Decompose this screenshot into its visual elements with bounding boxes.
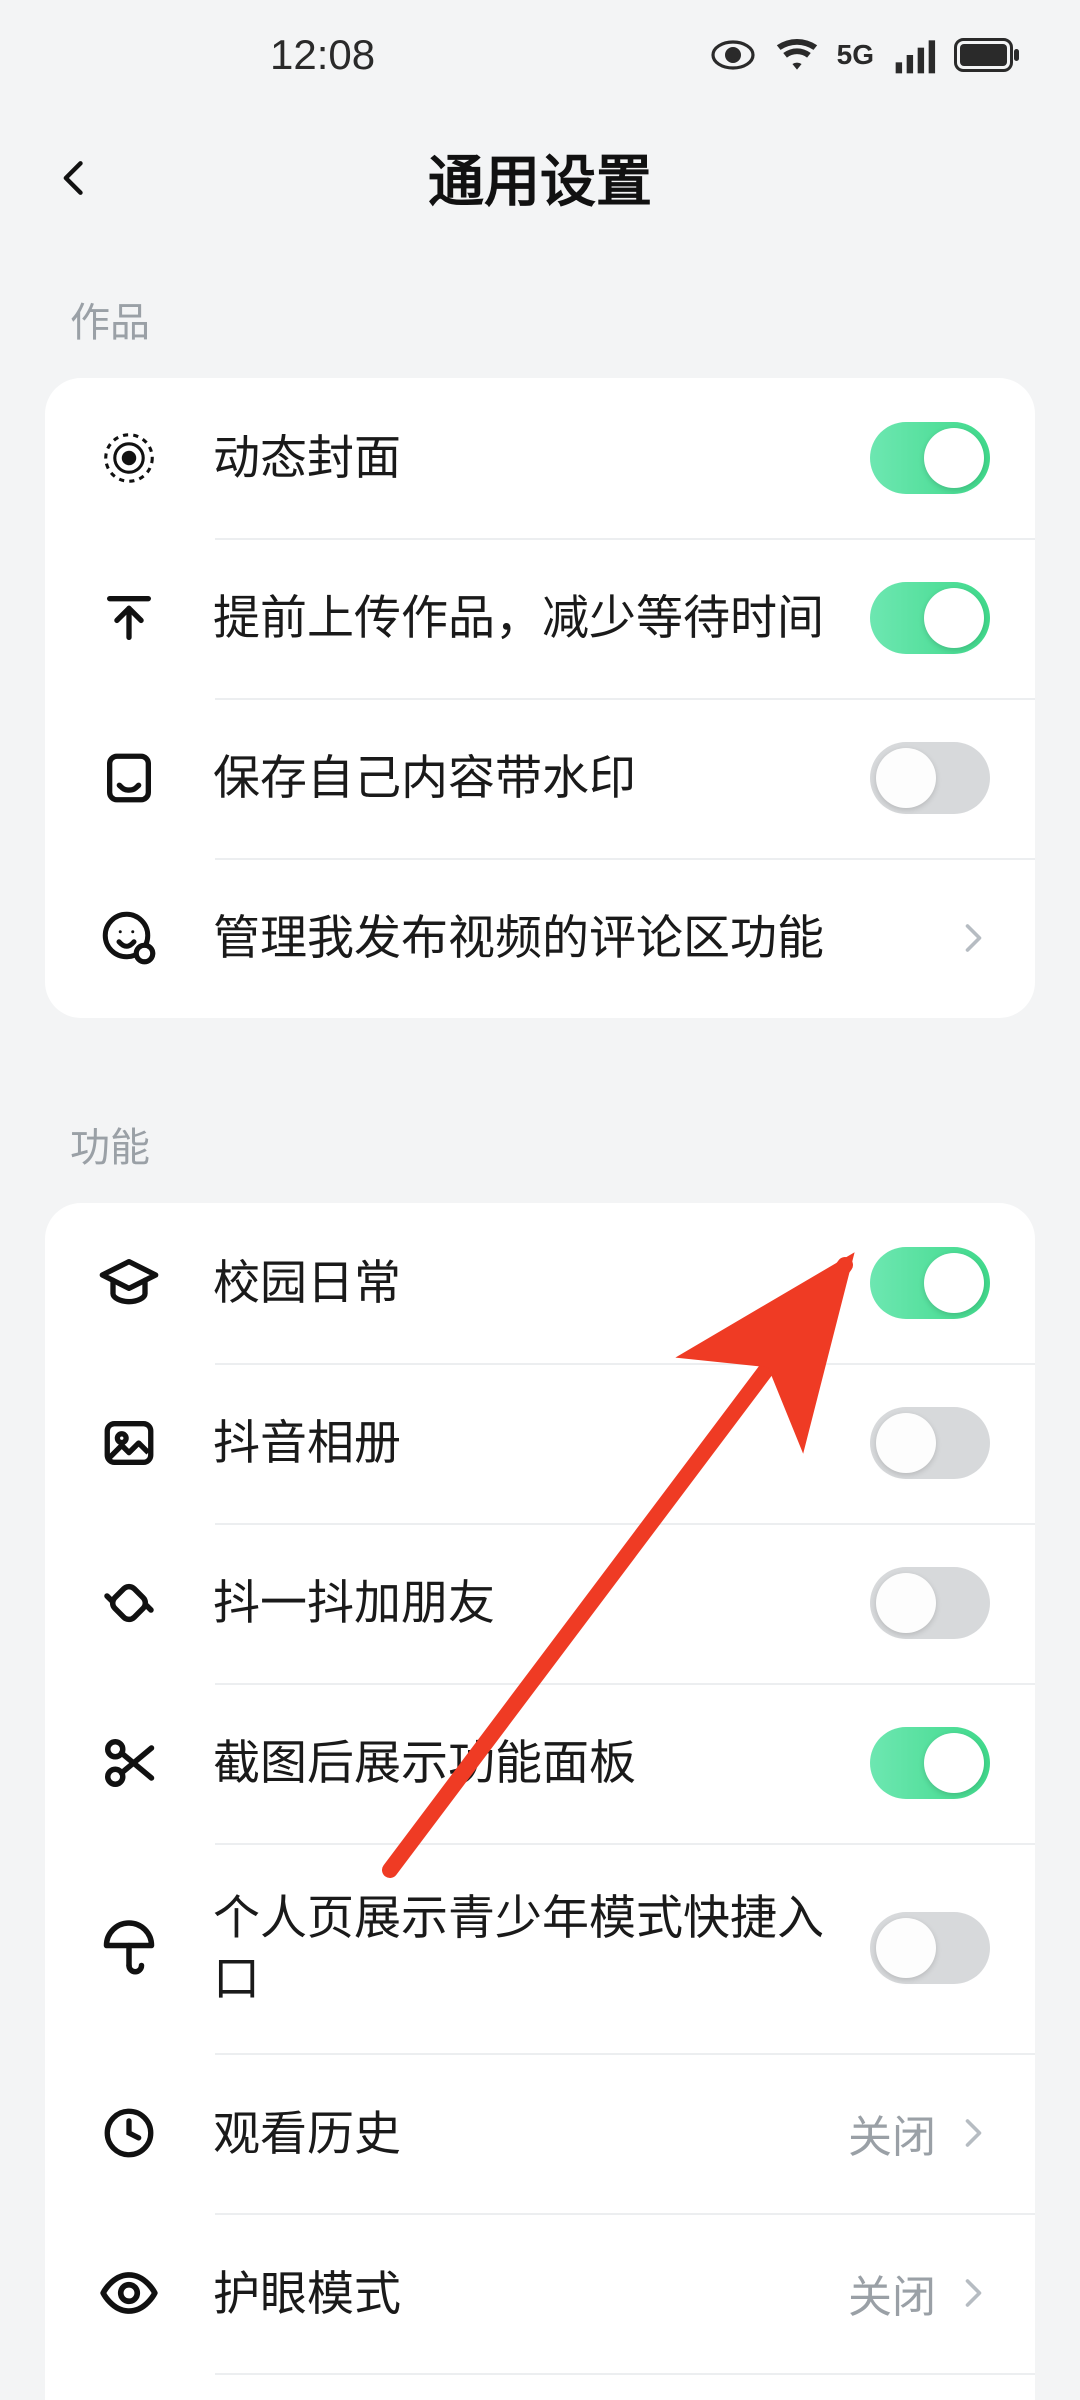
battery-icon bbox=[954, 38, 1020, 72]
umbrella-icon bbox=[90, 1909, 168, 1987]
scissors-icon bbox=[90, 1724, 168, 1802]
row-value: 关闭 bbox=[848, 2101, 936, 2165]
chevron-right-icon bbox=[954, 920, 990, 956]
emoji-settings-icon bbox=[90, 899, 168, 977]
row-value: 关闭 bbox=[848, 2261, 936, 2325]
network-label: 5G bbox=[837, 39, 874, 71]
toggle-preupload[interactable] bbox=[870, 582, 990, 654]
row-label: 管理作品标题推荐搜索词 bbox=[213, 2379, 848, 2400]
page-title: 通用设置 bbox=[40, 137, 1040, 218]
toggle-save-watermark[interactable] bbox=[870, 742, 990, 814]
row-label: 校园日常 bbox=[213, 1208, 870, 1357]
row-label: 抖一抖加朋友 bbox=[213, 1528, 870, 1677]
row-teen-shortcut[interactable]: 个人页展示青少年模式快捷入口 bbox=[45, 1843, 1035, 2053]
app-header: 通用设置 bbox=[0, 110, 1080, 245]
section-title-works: 作品 bbox=[0, 245, 1080, 378]
toggle-teen-shortcut[interactable] bbox=[870, 1912, 990, 1984]
wifi-icon bbox=[775, 33, 819, 77]
row-label: 动态封面 bbox=[213, 383, 870, 532]
row-save-watermark[interactable]: 保存自己内容带水印 bbox=[45, 698, 1035, 858]
target-icon bbox=[90, 419, 168, 497]
upload-icon bbox=[90, 579, 168, 657]
row-label: 管理我发布视频的评论区功能 bbox=[213, 863, 954, 1012]
row-label: 截图后展示功能面板 bbox=[213, 1688, 870, 1837]
chevron-right-icon bbox=[954, 2115, 990, 2151]
row-dynamic-cover[interactable]: 动态封面 bbox=[45, 378, 1035, 538]
signal-icon bbox=[892, 33, 936, 77]
toggle-shake-friend[interactable] bbox=[870, 1567, 990, 1639]
chevron-right-icon bbox=[954, 2275, 990, 2311]
row-screenshot-panel[interactable]: 截图后展示功能面板 bbox=[45, 1683, 1035, 1843]
features-card: 校园日常 抖音相册 抖一抖加朋友 截图后展示功能面板 个人页展示青少年模式快捷入… bbox=[45, 1203, 1035, 2400]
works-card: 动态封面 提前上传作品，减少等待时间 保存自己内容带水印 管理我发布视频的评论区… bbox=[45, 378, 1035, 1018]
shake-icon bbox=[90, 1564, 168, 1642]
eye-icon bbox=[90, 2254, 168, 2332]
row-campus[interactable]: 校园日常 bbox=[45, 1203, 1035, 1363]
row-manage-comments[interactable]: 管理我发布视频的评论区功能 bbox=[45, 858, 1035, 1018]
toggle-screenshot-panel[interactable] bbox=[870, 1727, 990, 1799]
row-manage-search-kw[interactable]: 管理作品标题推荐搜索词 开启 bbox=[45, 2373, 1035, 2400]
row-label: 观看历史 bbox=[213, 2059, 848, 2208]
row-preupload[interactable]: 提前上传作品，减少等待时间 bbox=[45, 538, 1035, 698]
photo-frame-icon bbox=[90, 739, 168, 817]
row-shake-friend[interactable]: 抖一抖加朋友 bbox=[45, 1523, 1035, 1683]
status-time: 12:08 bbox=[270, 31, 375, 79]
toggle-dynamic-cover[interactable] bbox=[870, 422, 990, 494]
section-title-features: 功能 bbox=[0, 1070, 1080, 1203]
row-album[interactable]: 抖音相册 bbox=[45, 1363, 1035, 1523]
row-label: 保存自己内容带水印 bbox=[213, 703, 870, 852]
toggle-album[interactable] bbox=[870, 1407, 990, 1479]
clock-icon bbox=[90, 2094, 168, 2172]
toggle-campus[interactable] bbox=[870, 1247, 990, 1319]
status-icons: 5G bbox=[709, 31, 1020, 79]
image-icon bbox=[90, 1404, 168, 1482]
row-eye-mode[interactable]: 护眼模式 关闭 bbox=[45, 2213, 1035, 2373]
row-label: 提前上传作品，减少等待时间 bbox=[213, 543, 870, 692]
eye-status-icon bbox=[709, 31, 757, 79]
row-label: 护眼模式 bbox=[213, 2219, 848, 2368]
graduation-cap-icon bbox=[90, 1244, 168, 1322]
row-label: 抖音相册 bbox=[213, 1368, 870, 1517]
row-watch-history[interactable]: 观看历史 关闭 bbox=[45, 2053, 1035, 2213]
row-label: 个人页展示青少年模式快捷入口 bbox=[213, 1843, 870, 2053]
status-bar: 12:08 5G bbox=[0, 0, 1080, 110]
